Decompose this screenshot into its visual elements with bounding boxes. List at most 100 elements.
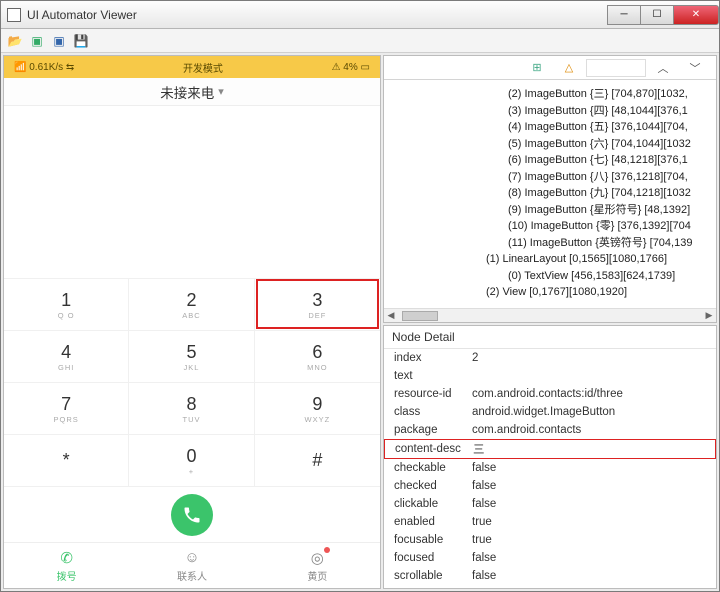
detail-key: class [384,406,466,418]
window-controls: ─ ☐ ✕ [608,5,719,25]
detail-row-checked[interactable]: checkedfalse [384,477,716,495]
prev-button[interactable]: ︿ [648,59,678,77]
maximize-button[interactable]: ☐ [640,5,674,25]
detail-key: scrollable [384,570,466,582]
status-right: ⚠ 4% ▭ [332,62,370,73]
detail-value: false [466,570,716,582]
key-4[interactable]: 4GHI [4,330,129,382]
call-row [4,486,380,542]
tree-node[interactable]: (5) ImageButton {六} [704,1044][1032 [390,136,710,153]
app-window: UI Automator Viewer ─ ☐ ✕ 📂 ▣ ▣ 💾 📶 0.61… [0,0,720,592]
h-scrollbar[interactable]: ◀ ▶ [384,308,716,322]
key-5[interactable]: 5JKL [129,330,254,382]
detail-row-package[interactable]: packagecom.android.contacts [384,421,716,439]
key-7[interactable]: 7PQRS [4,382,129,434]
detail-row-class[interactable]: classandroid.widget.ImageButton [384,403,716,421]
screenshot-panel[interactable]: 📶 0.61K/s ⇆ 开发模式 ⚠ 4% ▭ 未接来电 ▾ 1Q O 2ABC… [3,55,381,589]
phone-icon [182,505,202,525]
detail-key: focusable [384,534,466,546]
detail-row-focusable[interactable]: focusabletrue [384,531,716,549]
detail-row-index[interactable]: index2 [384,349,716,367]
detail-key: content-desc [385,443,467,455]
detail-key: enabled [384,516,466,528]
detail-value: false [466,480,716,492]
scroll-left-icon[interactable]: ◀ [384,310,398,321]
open-icon[interactable]: 📂 [7,33,23,49]
tree-node[interactable]: (0) TextView [456,1583][624,1739] [390,268,710,285]
key-hash[interactable]: # [255,434,380,486]
tree-node[interactable]: (10) ImageButton {零} [376,1392][704 [390,218,710,235]
tree-body[interactable]: (2) ImageButton {三} [704,870][1032, (3) … [384,80,716,308]
search-field[interactable] [586,59,646,77]
tree-node[interactable]: (2) ImageButton {三} [704,870][1032, [390,86,710,103]
content-area: 📶 0.61K/s ⇆ 开发模式 ⚠ 4% ▭ 未接来电 ▾ 1Q O 2ABC… [1,53,719,591]
warning-icon[interactable]: △ [554,59,584,77]
expand-all-icon[interactable]: ⊞ [522,59,552,77]
titlebar-left: UI Automator Viewer [7,8,137,22]
detail-value: android.widget.ImageButton [466,406,716,418]
detail-key: focused [384,552,466,564]
pages-icon: ◎ [308,549,326,567]
detail-row-long-clickable[interactable]: long-clickabletrue [384,585,716,588]
detail-row-scrollable[interactable]: scrollablefalse [384,567,716,585]
detail-key: index [384,352,466,364]
tree-node[interactable]: (7) ImageButton {八} [376,1218][704, [390,169,710,186]
key-1[interactable]: 1Q O [4,278,129,330]
detail-row-enabled[interactable]: enabledtrue [384,513,716,531]
chevron-down-icon: ▾ [218,85,224,98]
key-star[interactable]: * [4,434,129,486]
window-title: UI Automator Viewer [27,8,137,22]
bottom-nav: ✆ 拨号 ☺ 联系人 ◎ 黄页 [4,542,380,588]
scroll-right-icon[interactable]: ▶ [702,310,716,321]
nav-contacts[interactable]: ☺ 联系人 [129,543,254,588]
nav-contacts-label: 联系人 [177,568,207,583]
detail-title: Node Detail [384,326,716,349]
tree-node[interactable]: (1) LinearLayout [0,1565][1080,1766] [390,251,710,268]
key-8[interactable]: 8TUV [129,382,254,434]
tree-node[interactable]: (9) ImageButton {星形符号} [48,1392] [390,202,710,219]
detail-row-focused[interactable]: focusedfalse [384,549,716,567]
detail-row-clickable[interactable]: clickablefalse [384,495,716,513]
key-6[interactable]: 6MNO [255,330,380,382]
detail-table[interactable]: index2textresource-idcom.android.contact… [384,349,716,588]
close-button[interactable]: ✕ [673,5,719,25]
tree-node[interactable]: (3) ImageButton {四} [48,1044][376,1 [390,103,710,120]
tree-node[interactable]: (11) ImageButton {英镑符号} [704,139 [390,235,710,252]
detail-row-resource-id[interactable]: resource-idcom.android.contacts:id/three [384,385,716,403]
detail-key: text [384,370,466,382]
scroll-thumb[interactable] [402,311,438,321]
next-button[interactable]: ﹀ [680,59,710,77]
detail-value: 2 [466,352,716,364]
detail-row-text[interactable]: text [384,367,716,385]
minimize-button[interactable]: ─ [607,5,641,25]
nav-dial[interactable]: ✆ 拨号 [4,543,129,588]
tree-node[interactable]: (4) ImageButton {五} [376,1044][704, [390,119,710,136]
right-panel: ⊞ △ ︿ ﹀ (2) ImageButton {三} [704,870][10… [383,55,717,589]
toolbar: 📂 ▣ ▣ 💾 [1,29,719,53]
key-3[interactable]: 3DEF [255,278,380,330]
nav-pages[interactable]: ◎ 黄页 [255,543,380,588]
key-0[interactable]: 0+ [129,434,254,486]
key-9[interactable]: 9WXYZ [255,382,380,434]
detail-key: package [384,424,466,436]
detail-value: false [466,462,716,474]
key-2[interactable]: 2ABC [129,278,254,330]
nav-pages-label: 黄页 [307,568,327,583]
tree-node[interactable]: (2) View [0,1767][1080,1920] [390,284,710,301]
detail-value: false [466,552,716,564]
detail-row-content-desc[interactable]: content-desc三 [384,439,716,459]
nav-dial-label: 拨号 [57,568,77,583]
device-dump-icon[interactable]: ▣ [51,33,67,49]
tree-node[interactable]: (8) ImageButton {九} [704,1218][1032 [390,185,710,202]
save-icon[interactable]: 💾 [73,33,89,49]
tree-node[interactable]: (6) ImageButton {七} [48,1218][376,1 [390,152,710,169]
call-button[interactable] [171,494,213,536]
device-screenshot-icon[interactable]: ▣ [29,33,45,49]
detail-value: true [466,516,716,528]
detail-row-checkable[interactable]: checkablefalse [384,459,716,477]
phone-body: 1Q O 2ABC 3DEF 4GHI 5JKL 6MNO 7PQRS 8TUV… [4,106,380,588]
phone-header: 未接来电 ▾ [4,78,380,106]
detail-value: 三 [467,441,715,457]
titlebar[interactable]: UI Automator Viewer ─ ☐ ✕ [1,1,719,29]
detail-value: false [466,498,716,510]
